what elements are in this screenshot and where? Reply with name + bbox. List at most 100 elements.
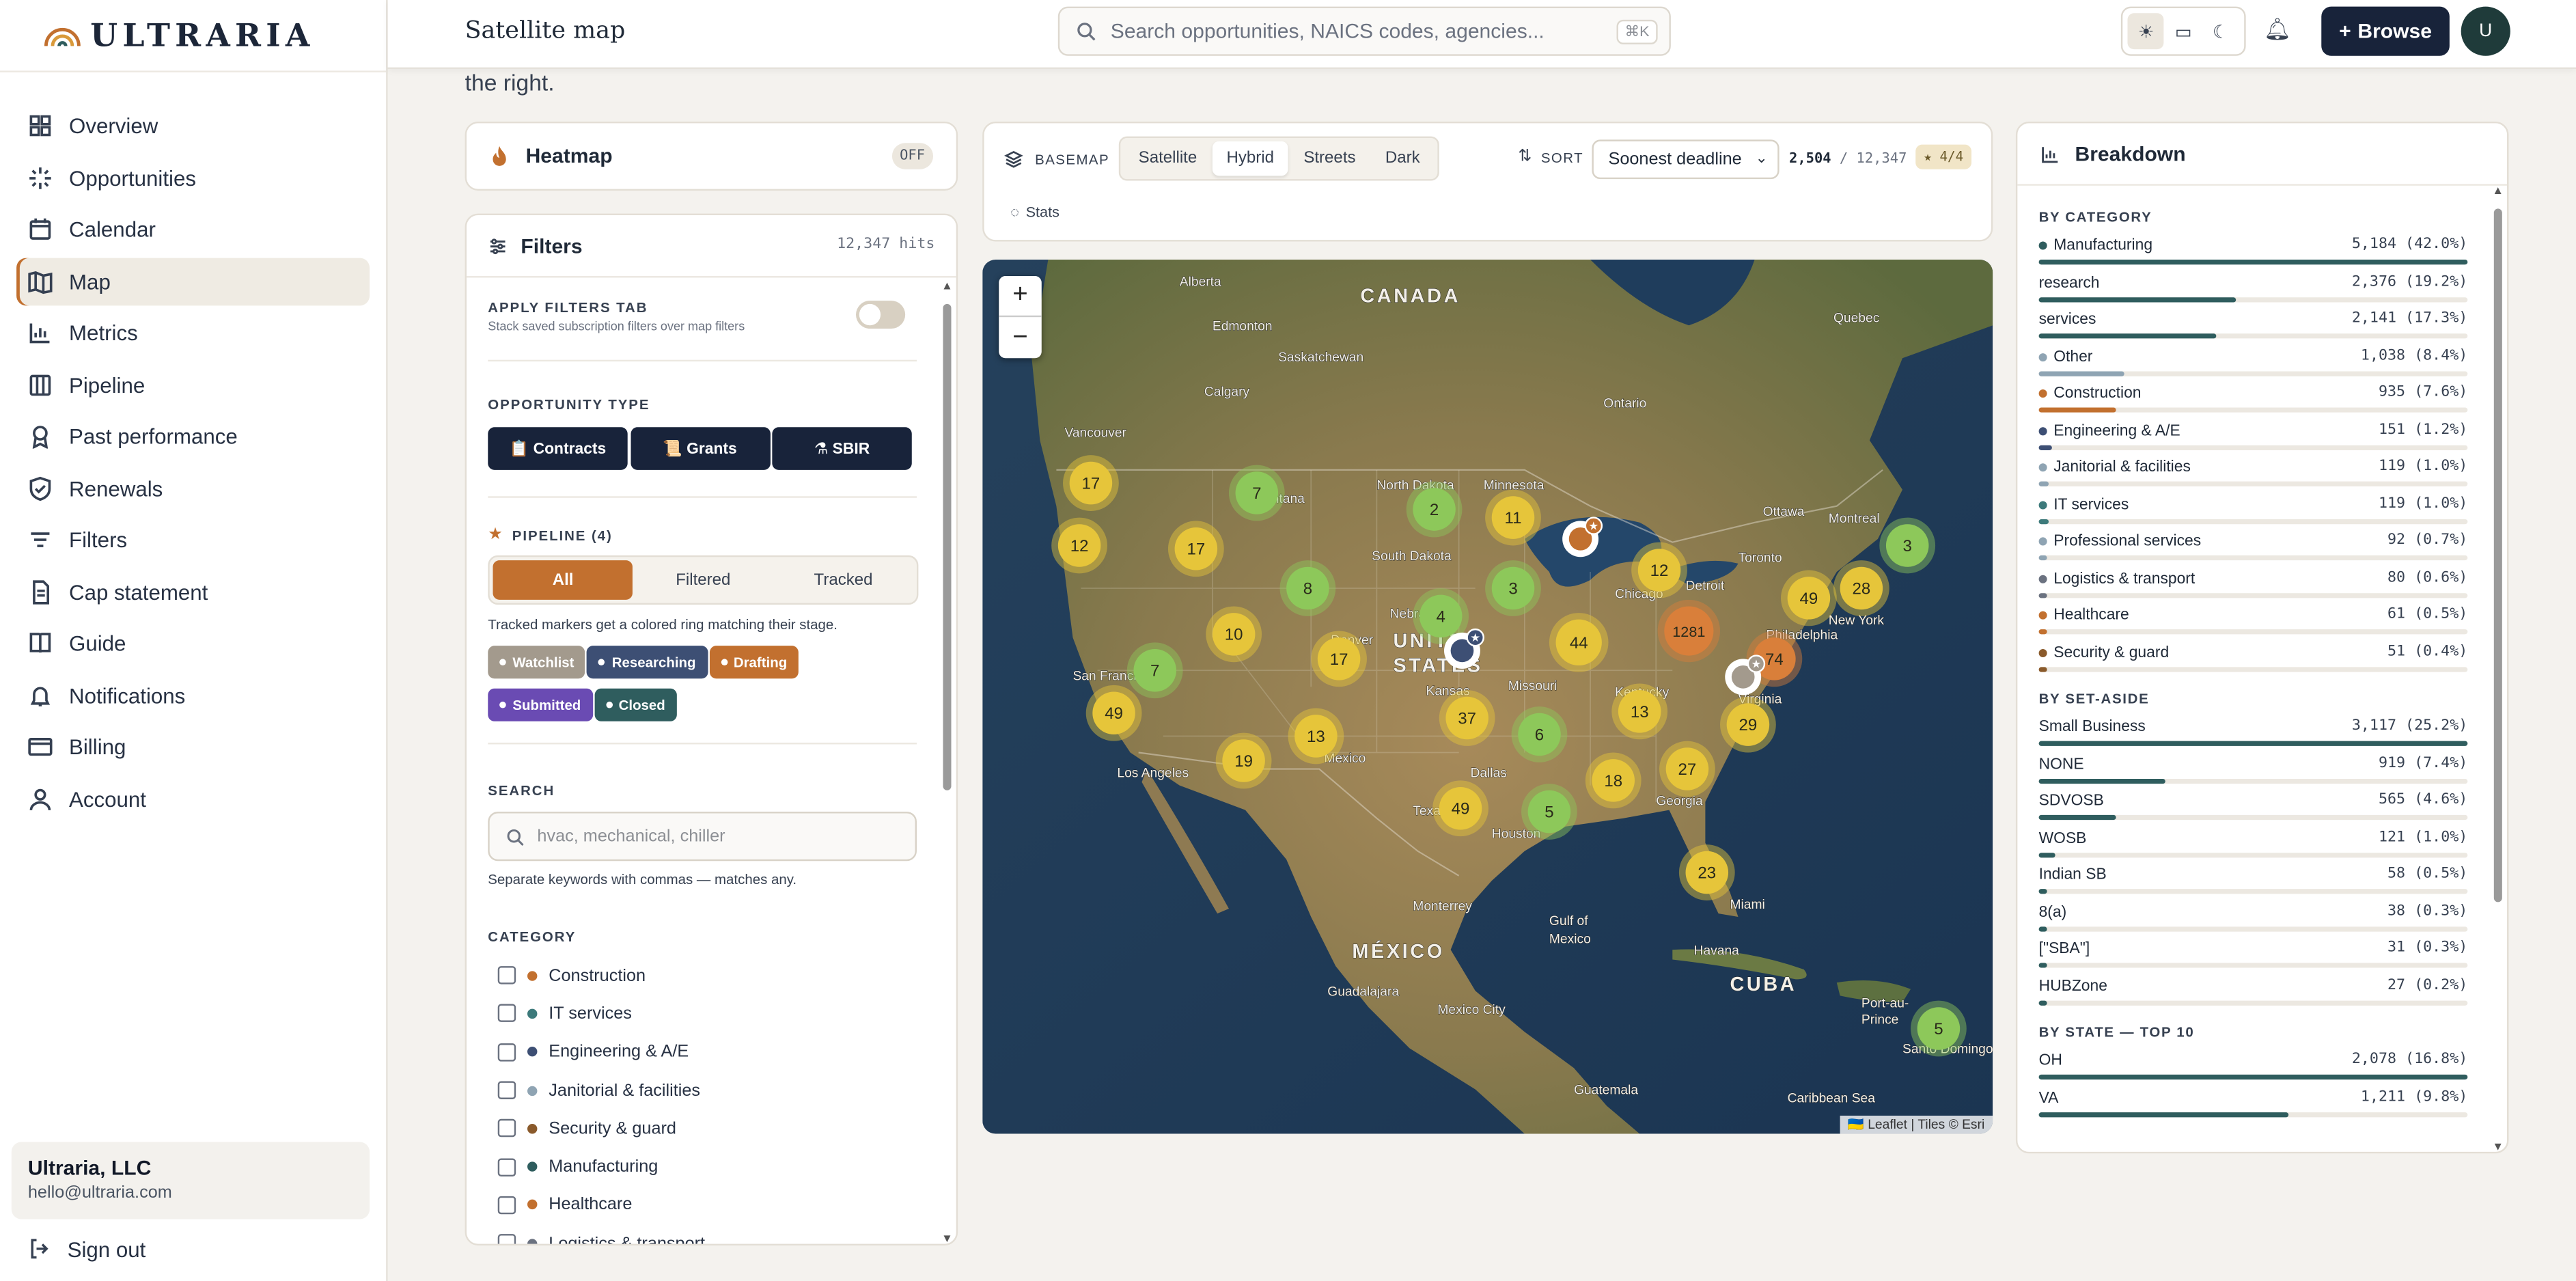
zoom-in-button[interactable]: + (999, 276, 1042, 318)
breakdown-scrollbar[interactable]: ▲ ▼ (2492, 186, 2504, 1152)
category-checkbox[interactable] (497, 966, 516, 984)
heatmap-card[interactable]: Heatmap OFF (465, 121, 958, 191)
breakdown-row[interactable]: Healthcare 61 (0.5%) (2038, 603, 2468, 640)
cluster-marker[interactable]: 37 (1439, 690, 1495, 746)
basemap-tab-dark[interactable]: Dark (1370, 141, 1435, 176)
cluster-marker[interactable]: 19 (1215, 732, 1272, 789)
breakdown-row[interactable]: Small Business 3,117 (25.2%) (2038, 715, 2468, 752)
breakdown-row[interactable]: Logistics & transport 80 (0.6%) (2038, 566, 2468, 603)
category-option[interactable]: Healthcare (488, 1186, 918, 1224)
cluster-marker[interactable]: 6 (1511, 706, 1568, 762)
cluster-marker[interactable]: 28 (1833, 560, 1889, 616)
opportunity-type-button[interactable]: 📋 Contracts (488, 427, 628, 470)
breakdown-row[interactable]: services 2,141 (17.3%) (2038, 307, 2468, 344)
cluster-marker[interactable]: 13 (1611, 683, 1668, 740)
sidebar-item-filters[interactable]: Filters (16, 516, 370, 564)
scroll-up-icon[interactable]: ▲ (2492, 186, 2504, 197)
pipeline-segment-tracked[interactable]: Tracked (773, 560, 913, 600)
breakdown-row[interactable]: Janitorial & facilities 119 (1.0%) (2038, 455, 2468, 492)
scroll-down-icon[interactable]: ▼ (941, 1234, 953, 1243)
cluster-marker[interactable]: 49 (1781, 570, 1837, 626)
category-option[interactable]: IT services (488, 995, 918, 1033)
category-option[interactable]: Logistics & transport (488, 1224, 918, 1244)
breakdown-row[interactable]: Manufacturing 5,184 (42.0%) (2038, 234, 2468, 271)
category-checkbox[interactable] (497, 1043, 516, 1061)
cluster-marker[interactable]: 17 (1311, 631, 1367, 687)
keyword-search-input[interactable]: hvac, mechanical, chiller (488, 812, 917, 862)
category-checkbox[interactable] (497, 1119, 516, 1138)
basemap-tab-satellite[interactable]: Satellite (1124, 141, 1212, 176)
filters-scrollbar[interactable]: ▲ ▼ (941, 281, 953, 1243)
category-option[interactable]: Manufacturing (488, 1148, 918, 1186)
heatmap-toggle[interactable]: OFF (891, 143, 934, 169)
cluster-marker[interactable]: 8 (1279, 560, 1336, 616)
sidebar-item-overview[interactable]: Overview (16, 102, 370, 150)
category-checkbox[interactable] (497, 1081, 516, 1100)
stage-chip-watchlist[interactable]: Watchlist (488, 646, 586, 679)
monitor-icon[interactable]: ▭ (2165, 13, 2202, 49)
sort-select[interactable]: Soonest deadline ⌄ (1592, 139, 1779, 180)
basemap-tab-streets[interactable]: Streets (1289, 141, 1370, 176)
breakdown-row[interactable]: NONE 919 (7.4%) (2038, 752, 2468, 788)
breakdown-row[interactable]: IT services 119 (1.0%) (2038, 492, 2468, 529)
cluster-marker[interactable]: 3 (1485, 560, 1541, 616)
moon-icon[interactable]: ☾ (2202, 13, 2239, 49)
zoom-out-button[interactable]: − (999, 317, 1042, 358)
sidebar-item-opportunities[interactable]: Opportunities (16, 154, 370, 202)
cluster-marker[interactable]: 7 (1126, 642, 1183, 699)
cluster-marker[interactable]: 17 (1167, 521, 1224, 577)
sidebar-item-renewals[interactable]: Renewals (16, 464, 370, 512)
category-option[interactable]: Construction (488, 956, 918, 995)
breakdown-row[interactable]: ["SBA"] 31 (0.3%) (2038, 937, 2468, 974)
cluster-marker[interactable]: 7 (1228, 465, 1285, 521)
cluster-marker[interactable]: 3 (1879, 517, 1936, 574)
stage-chip-closed[interactable]: Closed (594, 688, 677, 721)
category-option[interactable]: Janitorial & facilities (488, 1071, 918, 1110)
cluster-marker[interactable]: 11 (1485, 489, 1541, 546)
scroll-thumb[interactable] (943, 303, 952, 790)
cluster-marker[interactable]: 17 (1063, 455, 1119, 511)
browse-button[interactable]: + Browse (2321, 6, 2450, 56)
bell-icon[interactable]: 🔔︎ (2264, 16, 2291, 42)
breakdown-row[interactable]: HUBZone 27 (0.2%) (2038, 974, 2468, 1010)
map-attribution[interactable]: 🇺🇦 Leaflet | Tiles © Esri (1839, 1115, 1993, 1134)
cluster-marker[interactable]: 10 (1206, 606, 1262, 663)
opportunity-type-button[interactable]: ⚗ SBIR (772, 427, 912, 470)
category-checkbox[interactable] (497, 1004, 516, 1023)
cluster-marker[interactable]: 18 (1585, 752, 1642, 809)
cluster-marker[interactable]: 1281 (1657, 599, 1721, 663)
category-option[interactable]: Security & guard (488, 1110, 918, 1148)
cluster-marker[interactable]: 5 (1521, 784, 1577, 840)
cluster-marker[interactable]: 49 (1432, 780, 1488, 837)
satellite-map[interactable]: CANADA Alberta Edmonton Saskatchewan Calgary… (982, 259, 1993, 1134)
opportunity-type-button[interactable]: 📜 Grants (630, 427, 770, 470)
pipeline-segment-filtered[interactable]: Filtered (633, 560, 773, 600)
cluster-marker[interactable]: 27 (1659, 741, 1715, 797)
cluster-marker[interactable]: 49 (1085, 685, 1142, 741)
scroll-thumb[interactable] (2493, 208, 2502, 903)
cluster-marker[interactable]: 12 (1631, 542, 1687, 598)
avatar[interactable]: U (2461, 6, 2510, 56)
sidebar-item-account[interactable]: Account (16, 775, 370, 823)
sidebar-item-map[interactable]: Map (16, 257, 370, 305)
category-checkbox[interactable] (497, 1157, 516, 1176)
map-canvas[interactable]: CANADA Alberta Edmonton Saskatchewan Calgary… (982, 259, 1993, 1134)
sidebar-item-notifications[interactable]: Notifications (16, 671, 370, 719)
cluster-marker[interactable]: 13 (1288, 708, 1344, 765)
sidebar-item-cap-statement[interactable]: Cap statement (16, 568, 370, 616)
sun-icon[interactable]: ☀ (2128, 13, 2165, 50)
breakdown-row[interactable]: OH 2,078 (16.8%) (2038, 1048, 2468, 1085)
cluster-marker[interactable]: 12 (1051, 517, 1107, 574)
breakdown-row[interactable]: Professional services 92 (0.7%) (2038, 529, 2468, 566)
category-checkbox[interactable] (497, 1196, 516, 1215)
org-card[interactable]: Ultraria, LLC hello@ultraria.com (11, 1142, 370, 1220)
stage-chip-drafting[interactable]: Drafting (708, 646, 799, 679)
brand-logo[interactable]: ULTRARIA (0, 0, 387, 72)
cluster-marker[interactable]: 29 (1720, 696, 1776, 753)
apply-filters-toggle[interactable] (856, 301, 906, 329)
breakdown-row[interactable]: Security & guard 51 (0.4%) (2038, 640, 2468, 677)
sidebar-item-billing[interactable]: Billing (16, 723, 370, 771)
cluster-marker[interactable]: 23 (1678, 844, 1735, 900)
cluster-marker[interactable]: 5 (1911, 1000, 1967, 1057)
breakdown-row[interactable]: Engineering & A/E 151 (1.2%) (2038, 418, 2468, 455)
